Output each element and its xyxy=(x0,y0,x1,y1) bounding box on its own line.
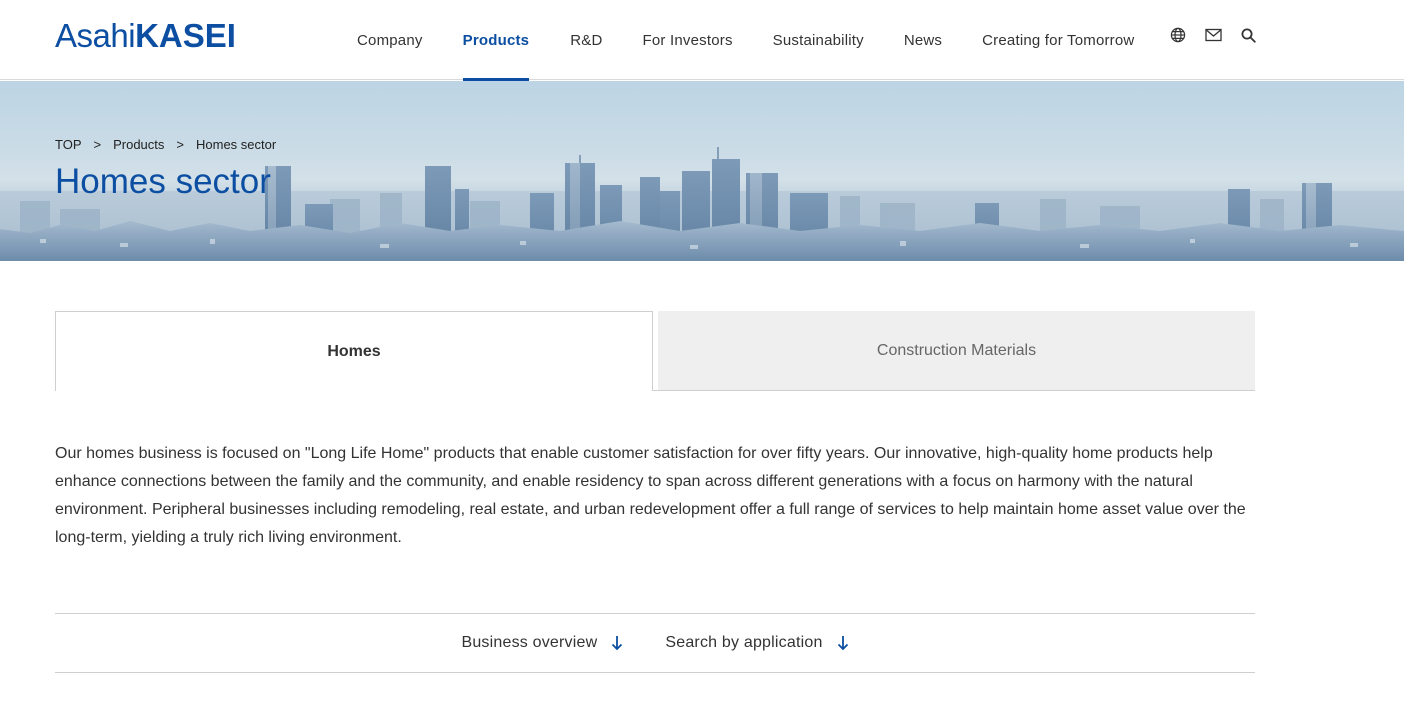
page-title: Homes sector xyxy=(55,162,271,201)
breadcrumb: TOP > Products > Homes sector xyxy=(55,137,276,152)
breadcrumb-current: Homes sector xyxy=(196,137,277,152)
site-header: AsahiKASEI Company Products R&D For Inve… xyxy=(0,0,1404,81)
header-icon-group xyxy=(1169,26,1274,44)
nav-item-news[interactable]: News xyxy=(904,0,942,80)
breadcrumb-separator: > xyxy=(93,137,102,152)
arrow-down-icon xyxy=(611,635,623,651)
intro-paragraph: Our homes business is focused on "Long L… xyxy=(55,445,1246,546)
anchor-label: Business overview xyxy=(461,634,598,651)
arrow-down-icon xyxy=(837,635,849,651)
breadcrumb-link-top[interactable]: TOP xyxy=(55,137,82,152)
logo-text-asahi: Asahi xyxy=(55,17,136,54)
tab-homes-active-edge xyxy=(56,390,652,391)
tab-construction-materials[interactable]: Construction Materials xyxy=(658,311,1255,391)
hero-banner: TOP > Products > Homes sector Homes sect… xyxy=(0,81,1404,261)
asahi-kasei-logo[interactable]: AsahiKASEI xyxy=(55,18,236,54)
main-nav: Company Products R&D For Investors Susta… xyxy=(357,0,1134,81)
logo-text-kasei: KASEI xyxy=(135,17,236,54)
search-icon[interactable] xyxy=(1239,26,1257,44)
globe-icon[interactable] xyxy=(1169,26,1187,44)
breadcrumb-separator: > xyxy=(176,137,184,152)
sector-tabs: Homes Construction Materials xyxy=(55,311,1255,391)
nav-item-creating-for-tomorrow[interactable]: Creating for Tomorrow xyxy=(982,0,1134,80)
anchor-label: Search by application xyxy=(665,634,823,651)
nav-item-rnd[interactable]: R&D xyxy=(570,0,602,80)
anchor-search-by-application[interactable]: Search by application xyxy=(665,634,848,652)
nav-item-products[interactable]: Products xyxy=(462,0,530,81)
breadcrumb-link-products[interactable]: Products xyxy=(113,137,164,152)
anchor-business-overview[interactable]: Business overview xyxy=(461,634,623,652)
nav-item-sustainability[interactable]: Sustainability xyxy=(773,0,864,80)
nav-item-for-investors[interactable]: For Investors xyxy=(643,0,733,80)
page-anchor-links: Business overview Search by application xyxy=(55,613,1255,673)
mail-icon[interactable] xyxy=(1204,26,1222,44)
tab-homes[interactable]: Homes xyxy=(55,311,653,391)
nav-item-company[interactable]: Company xyxy=(357,0,423,80)
